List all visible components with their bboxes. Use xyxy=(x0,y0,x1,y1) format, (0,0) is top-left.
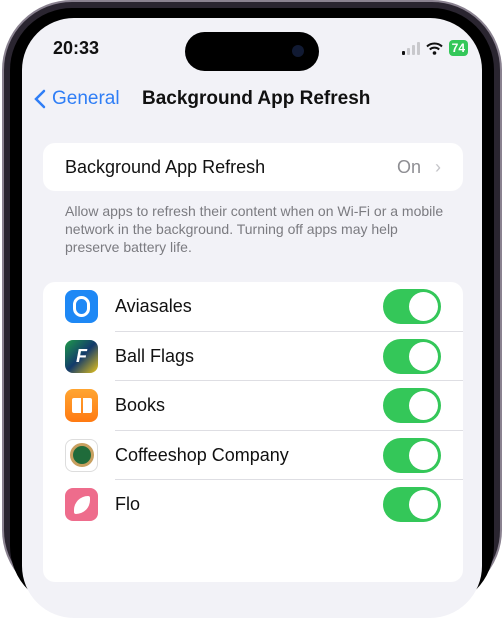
dynamic-island xyxy=(185,32,319,71)
screen: 20:33 74 General Background App Refresh … xyxy=(22,18,482,618)
app-row-flo: Flo xyxy=(43,480,463,530)
nav-bar: General Background App Refresh xyxy=(22,88,482,112)
app-row-books: Books xyxy=(43,381,463,431)
setting-description: Allow apps to refresh their content when… xyxy=(65,203,444,255)
setting-value: On xyxy=(396,156,421,177)
back-label: General xyxy=(52,88,120,109)
back-button[interactable]: General xyxy=(34,88,120,110)
background-refresh-setting[interactable]: Background App Refresh On › xyxy=(43,143,463,191)
app-list: Aviasales F Ball Flags Books Coffeeshop C… xyxy=(43,282,463,582)
page-title: Background App Refresh xyxy=(142,88,371,109)
app-name: Coffeeshop Company xyxy=(115,444,289,465)
app-name: Ball Flags xyxy=(115,345,195,366)
coffeeshop-company-icon xyxy=(65,438,98,472)
app-name: Aviasales xyxy=(115,296,192,317)
toggle-books[interactable] xyxy=(383,388,441,424)
aviasales-icon xyxy=(65,290,98,324)
flo-icon xyxy=(65,488,98,522)
app-row-aviasales: Aviasales xyxy=(43,282,463,332)
chevron-left-icon xyxy=(34,89,46,109)
app-name: Books xyxy=(115,395,166,416)
setting-label: Background App Refresh xyxy=(65,156,266,177)
books-icon xyxy=(65,389,98,423)
status-icons: 74 xyxy=(401,40,468,56)
toggle-aviasales[interactable] xyxy=(383,289,441,325)
toggle-coffeeshop-company[interactable] xyxy=(383,437,441,473)
toggle-ball-flags[interactable] xyxy=(383,338,441,374)
signal-icon xyxy=(401,41,420,55)
status-time: 20:33 xyxy=(53,38,100,58)
chevron-right-icon: › xyxy=(435,156,441,177)
wifi-icon xyxy=(425,42,443,55)
app-row-coffeeshop-company: Coffeeshop Company xyxy=(43,431,463,481)
battery-indicator: 74 xyxy=(448,40,468,56)
ball-flags-icon: F xyxy=(65,339,98,373)
camera-icon xyxy=(292,45,304,57)
toggle-flo[interactable] xyxy=(383,487,441,523)
app-name: Flo xyxy=(115,494,141,515)
app-row-ball-flags: F Ball Flags xyxy=(43,332,463,382)
